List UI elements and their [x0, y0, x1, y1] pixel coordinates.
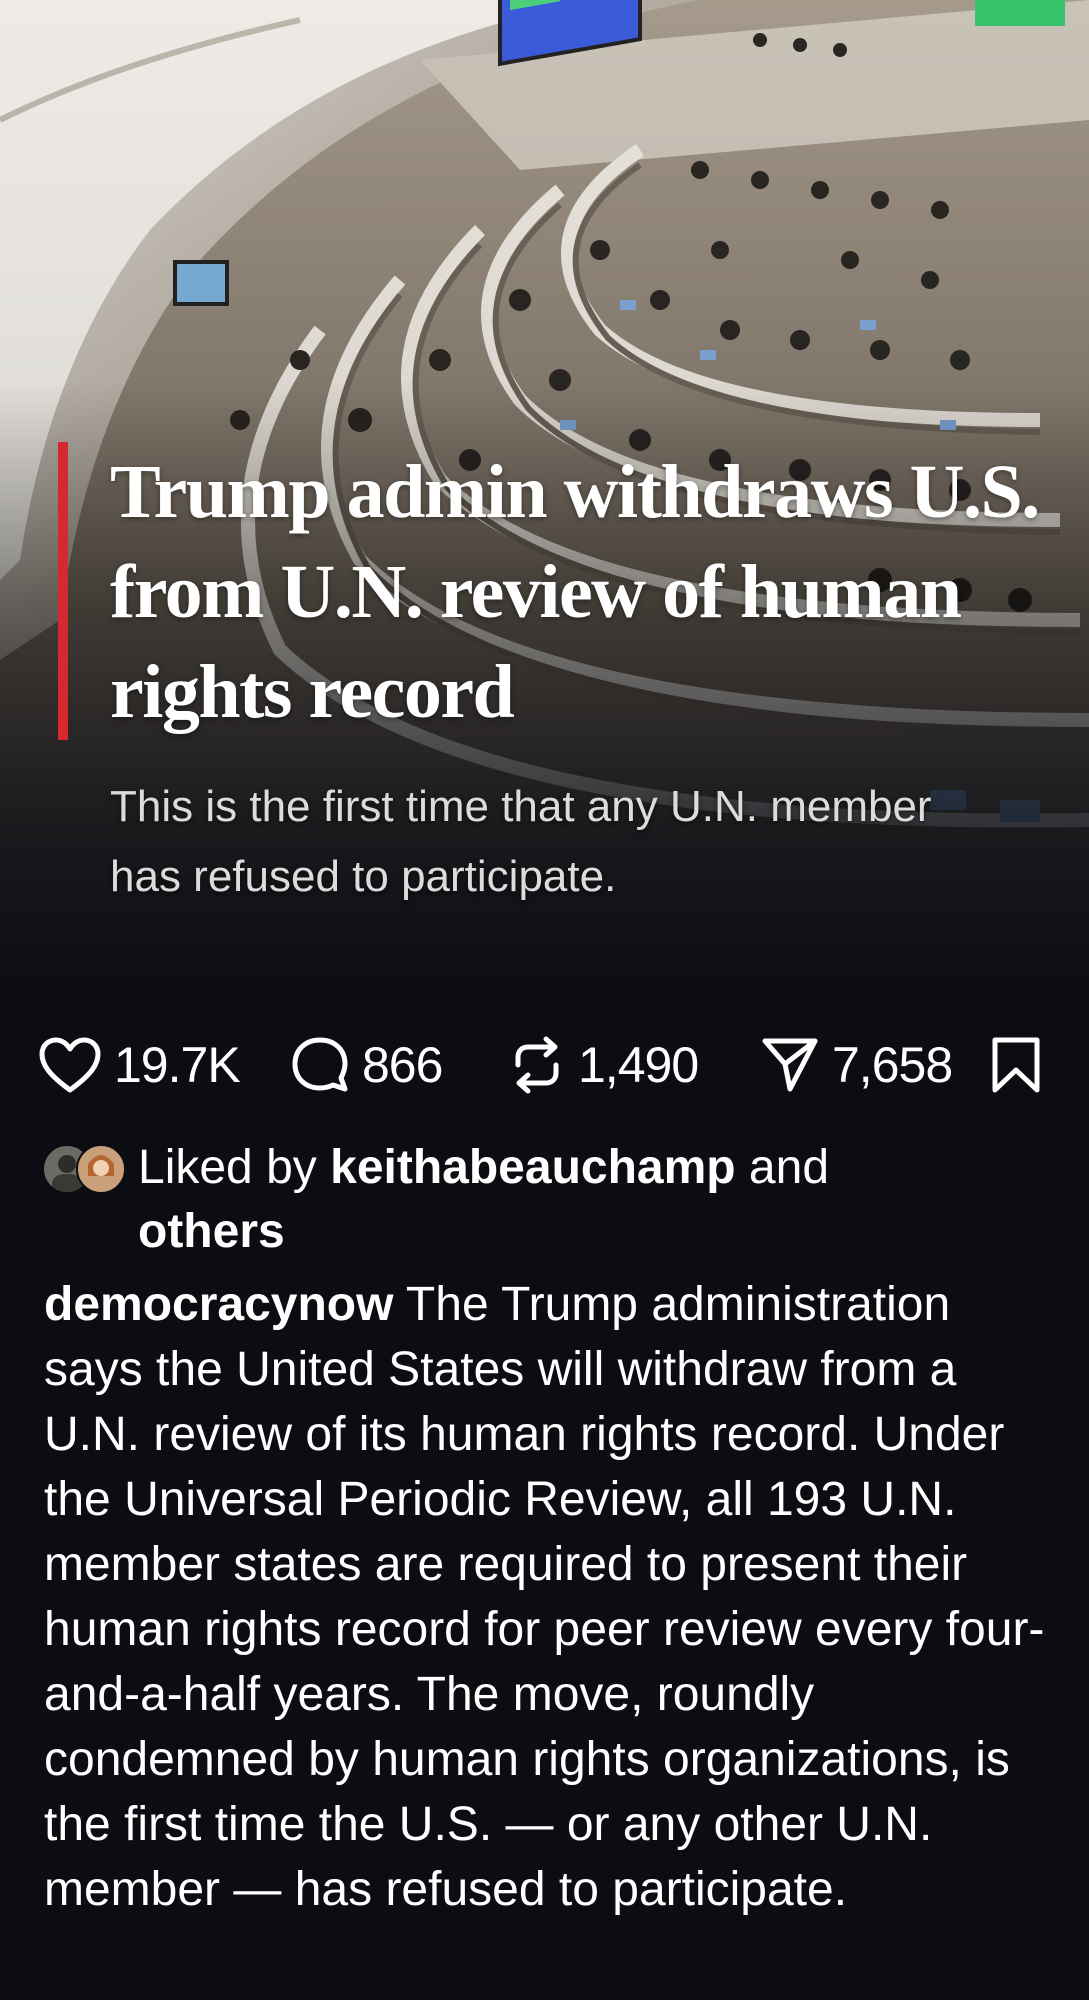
comment-count: 866	[362, 1037, 443, 1093]
share-button[interactable]: 7,658	[760, 1030, 953, 1100]
headline: Trump admin withdraws U.S. from U.N. rev…	[110, 450, 1040, 734]
liked-by-avatars	[42, 1144, 132, 1194]
share-icon	[762, 1038, 818, 1092]
share-count: 7,658	[832, 1037, 953, 1093]
bookmark-icon	[992, 1037, 1040, 1093]
repost-button[interactable]: 1,490	[508, 1030, 699, 1100]
headline-accent-bar	[58, 442, 68, 740]
post-image[interactable]: Trump admin withdraws U.S. from U.N. rev…	[0, 0, 1089, 1000]
comment-button[interactable]: 866	[290, 1030, 443, 1100]
post-actions: 19.7K 866 1,490 7,658	[0, 1030, 1089, 1100]
liked-by-others[interactable]: others	[138, 1205, 285, 1258]
like-count: 19.7K	[114, 1037, 241, 1093]
repost-count: 1,490	[578, 1037, 699, 1093]
caption-text: The Trump administration says the United…	[44, 1278, 1045, 1916]
repost-icon	[515, 1036, 559, 1094]
bookmark-button[interactable]	[990, 1036, 1042, 1099]
liked-by-text: Liked by keithabeauchamp and others	[138, 1141, 830, 1258]
like-button[interactable]: 19.7K	[38, 1030, 241, 1100]
avatar	[76, 1144, 126, 1194]
liked-by-username[interactable]: keithabeauchamp	[330, 1141, 735, 1194]
post-caption: democracynow The Trump administration sa…	[44, 1272, 1054, 1922]
heart-icon	[39, 1037, 101, 1093]
comment-icon	[292, 1037, 348, 1092]
subheadline: This is the first time that any U.N. mem…	[110, 782, 932, 901]
caption-username[interactable]: democracynow	[44, 1278, 393, 1331]
bottom-edge	[0, 1990, 1089, 2000]
